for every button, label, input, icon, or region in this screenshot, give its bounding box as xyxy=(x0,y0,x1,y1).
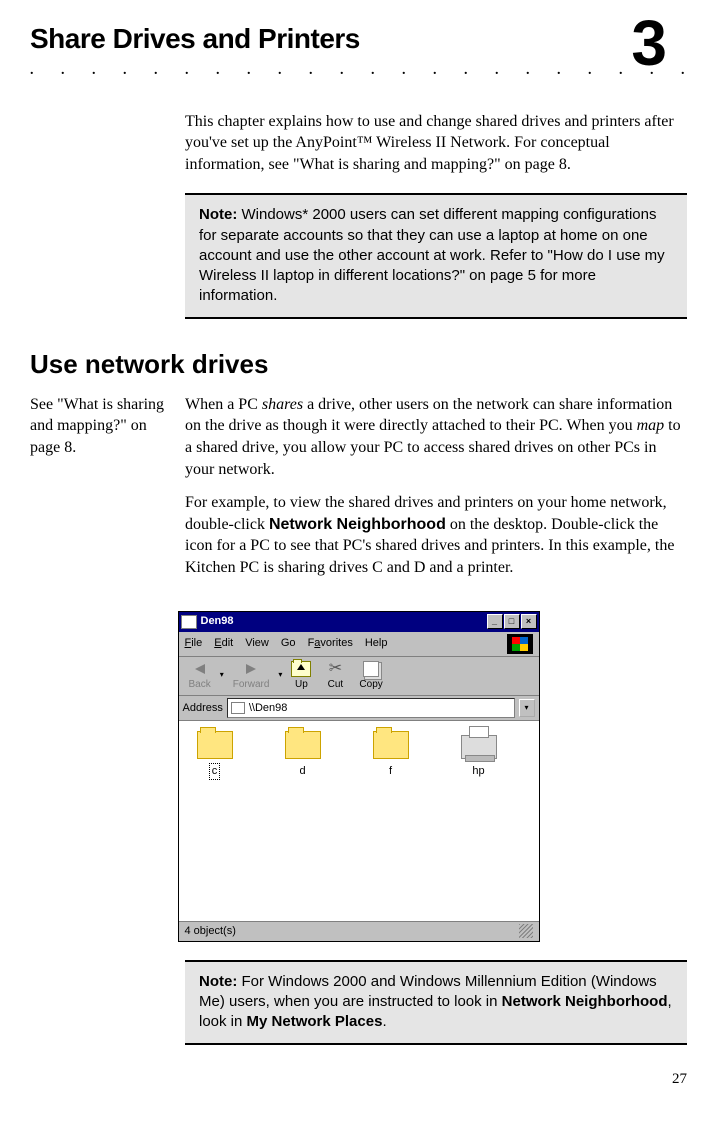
page-number: 27 xyxy=(30,1069,687,1089)
back-button[interactable]: Back xyxy=(183,659,217,694)
menu-favorites[interactable]: Favorites xyxy=(308,636,353,651)
share-item-f[interactable]: f xyxy=(363,731,419,780)
titlebar: Den98 _ □ × xyxy=(179,612,539,632)
close-button[interactable]: × xyxy=(521,614,537,629)
screenshot-window: Den98 _ □ × File Edit View Go Favorites … xyxy=(178,611,540,942)
note-label: Note: xyxy=(199,973,237,990)
note-box-2: Note: For Windows 2000 and Windows Mille… xyxy=(185,960,687,1045)
forward-button[interactable]: Forward xyxy=(227,659,276,694)
share-item-c[interactable]: c xyxy=(187,731,243,780)
scissors-icon: ✂ xyxy=(325,661,345,677)
dropdown-icon: ▾ xyxy=(219,670,225,681)
status-bar: 4 object(s) xyxy=(179,921,539,941)
printer-icon xyxy=(461,735,497,759)
folder-icon xyxy=(197,731,233,759)
paragraph-2: For example, to view the shared drives a… xyxy=(185,492,687,578)
address-dropdown-icon[interactable]: ▾ xyxy=(519,699,535,717)
menu-edit[interactable]: Edit xyxy=(214,636,233,651)
italic-map: map xyxy=(637,417,665,434)
resize-grip-icon[interactable] xyxy=(519,924,533,938)
folder-contents: c d f hp xyxy=(179,721,539,921)
minimize-button[interactable]: _ xyxy=(487,614,503,629)
copy-icon xyxy=(361,661,381,677)
windows-logo-icon xyxy=(507,634,533,654)
folder-icon xyxy=(285,731,321,759)
status-text: 4 object(s) xyxy=(185,924,236,939)
intro-paragraph: This chapter explains how to use and cha… xyxy=(185,111,687,176)
margin-note: See "What is sharing and mapping?" on pa… xyxy=(30,394,167,591)
italic-shares: shares xyxy=(262,396,303,413)
arrow-left-icon xyxy=(190,661,210,677)
bold-network-neighborhood: Network Neighborhood xyxy=(502,993,668,1010)
note-text: Windows* 2000 users can set different ma… xyxy=(199,206,665,304)
toolbar: Back ▾ Forward ▾ Up ✂ Cut Copy xyxy=(179,657,539,697)
folder-up-icon xyxy=(291,661,311,677)
arrow-right-icon xyxy=(241,661,261,677)
address-value: \\Den98 xyxy=(249,701,288,716)
menubar: File Edit View Go Favorites Help xyxy=(179,632,539,657)
window-title: Den98 xyxy=(201,614,234,629)
chapter-header: Share Drives and Printers 3 . . . . . . … xyxy=(30,20,687,81)
folder-icon xyxy=(373,731,409,759)
address-bar: Address \\Den98 ▾ xyxy=(179,696,539,721)
up-button[interactable]: Up xyxy=(285,659,317,694)
note-label: Note: xyxy=(199,206,237,223)
cut-button[interactable]: ✂ Cut xyxy=(319,659,351,694)
computer-icon xyxy=(231,702,245,714)
menu-help[interactable]: Help xyxy=(365,636,388,651)
address-label: Address xyxy=(183,701,223,716)
bold-my-network-places: My Network Places xyxy=(247,1013,383,1030)
bold-network-neighborhood: Network Neighborhood xyxy=(269,516,446,533)
copy-button[interactable]: Copy xyxy=(353,659,388,694)
window-icon xyxy=(181,615,197,629)
maximize-button[interactable]: □ xyxy=(504,614,520,629)
section-heading: Use network drives xyxy=(30,347,687,382)
address-field[interactable]: \\Den98 xyxy=(227,698,515,718)
chapter-number: 3 xyxy=(631,0,667,86)
dotted-separator: . . . . . . . . . . . . . . . . . . . . … xyxy=(30,62,687,81)
menu-view[interactable]: View xyxy=(245,636,269,651)
share-item-hp[interactable]: hp xyxy=(451,731,507,780)
paragraph-1: When a PC shares a drive, other users on… xyxy=(185,394,687,480)
menu-go[interactable]: Go xyxy=(281,636,296,651)
share-item-d[interactable]: d xyxy=(275,731,331,780)
chapter-title: Share Drives and Printers xyxy=(30,23,360,54)
dropdown-icon: ▾ xyxy=(277,670,283,681)
menu-file[interactable]: File xyxy=(185,636,203,651)
note-box-1: Note: Windows* 2000 users can set differ… xyxy=(185,193,687,318)
